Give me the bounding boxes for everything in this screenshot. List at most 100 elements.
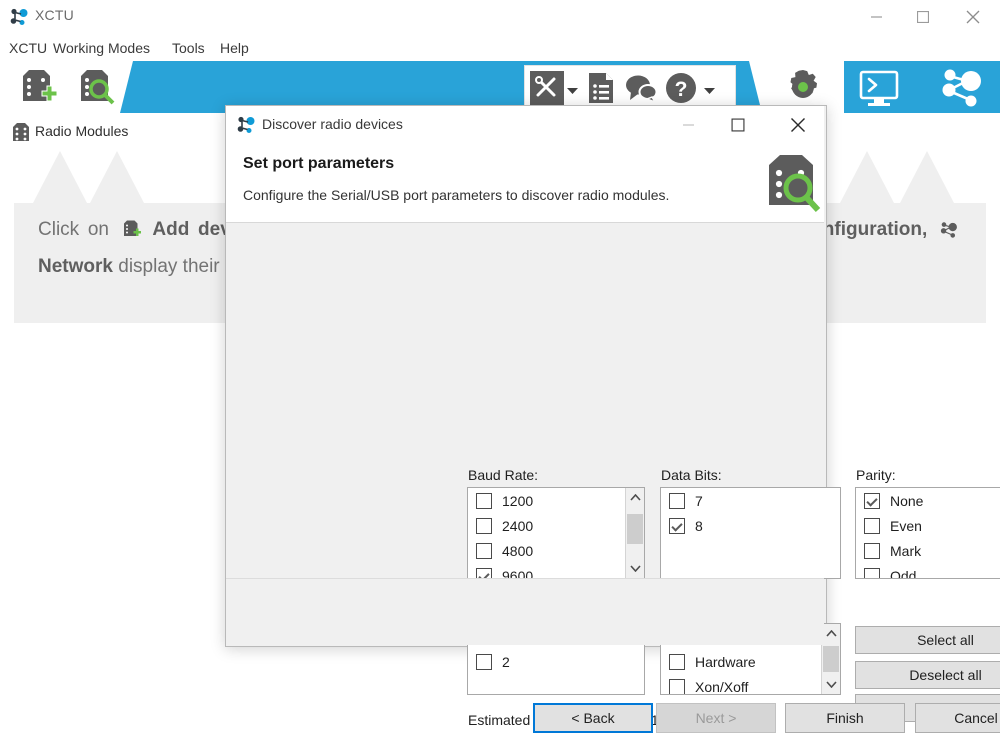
- back-button[interactable]: < Back: [533, 703, 653, 733]
- next-button[interactable]: Next >: [656, 703, 776, 733]
- list-item-label: Mark: [890, 542, 922, 559]
- network-perspective-icon[interactable]: [938, 68, 986, 113]
- menu-item-help[interactable]: Help: [216, 38, 253, 58]
- list-item-label: 2: [502, 653, 510, 670]
- chevron-down-icon[interactable]: [626, 560, 644, 577]
- menu-bar: XCTU Working Modes Tools Help: [0, 34, 1000, 61]
- baud-rate-checkbox-1200[interactable]: [476, 492, 492, 509]
- list-item-label: Even: [890, 517, 922, 534]
- chat-icon[interactable]: [625, 74, 658, 107]
- help-dropdown-icon[interactable]: [704, 82, 715, 100]
- toolbar-center-group: ?: [524, 65, 736, 109]
- data-bits-label: Data Bits:: [661, 467, 722, 483]
- radio-module-icon: [11, 122, 30, 142]
- list-item[interactable]: 7: [661, 488, 840, 513]
- list-item[interactable]: 9600: [468, 563, 644, 578]
- scrollbar-thumb[interactable]: [627, 514, 643, 544]
- xctu-molecule-icon: [236, 115, 256, 135]
- list-item[interactable]: 2400: [468, 513, 644, 538]
- list-item-label: 8: [695, 517, 703, 534]
- dialog-header: Set port parameters Configure the Serial…: [226, 144, 824, 223]
- list-item[interactable]: Mark: [856, 538, 1000, 563]
- radio-modules-label: Radio Modules: [35, 123, 129, 139]
- cancel-button[interactable]: Cancel: [915, 703, 1000, 733]
- list-item-label: 7: [695, 492, 703, 509]
- dialog-footer: [226, 578, 824, 645]
- parity-checkbox-odd[interactable]: [864, 567, 880, 578]
- welcome-right-line3: display their: [118, 256, 220, 277]
- dialog-minimize-button[interactable]: [666, 106, 712, 144]
- panel-tooth: [900, 151, 954, 203]
- menu-item-working-modes[interactable]: Working Modes: [49, 38, 154, 58]
- welcome-click-on: Click on: [38, 219, 109, 240]
- chevron-down-icon[interactable]: [822, 676, 840, 693]
- dialog-heading: Set port parameters: [243, 155, 395, 172]
- list-item[interactable]: Hardware: [661, 649, 840, 674]
- parity-label: Parity:: [856, 467, 896, 483]
- parity-checkbox-mark[interactable]: [864, 542, 880, 559]
- finish-button[interactable]: Finish: [785, 703, 905, 733]
- list-item[interactable]: None: [856, 488, 1000, 513]
- dialog-close-button[interactable]: [775, 106, 821, 144]
- welcome-network-label: Network: [38, 256, 113, 277]
- list-item-label: Xon/Xoff: [695, 678, 749, 695]
- list-item[interactable]: 2: [468, 649, 644, 674]
- menu-item-xctu[interactable]: XCTU: [5, 38, 51, 58]
- baud-rate-checkbox-4800[interactable]: [476, 542, 492, 559]
- chevron-up-icon[interactable]: [626, 489, 644, 506]
- help-icon[interactable]: ?: [665, 72, 697, 109]
- window-minimize-button[interactable]: [854, 0, 900, 34]
- dialog-maximize-button[interactable]: [715, 106, 761, 144]
- panel-tooth: [840, 151, 894, 203]
- xctu-main-window: XCTU XCTU Working Modes Tools Help ? Rad…: [0, 0, 1000, 733]
- tools-dropdown-icon[interactable]: [567, 82, 578, 100]
- discover-devices-icon[interactable]: [75, 68, 115, 111]
- dialog-body: Baud Rate: 1200 2400 4800 9600 Data Bits…: [226, 223, 1000, 728]
- list-item-label: Odd: [890, 567, 917, 579]
- baud-rate-label: Baud Rate:: [468, 467, 539, 483]
- window-close-button[interactable]: [950, 0, 996, 34]
- data-bits-listbox[interactable]: 7 8: [660, 487, 841, 579]
- parity-checkbox-even[interactable]: [864, 517, 880, 534]
- list-item[interactable]: 1200: [468, 488, 644, 513]
- parity-checkbox-none[interactable]: [864, 492, 880, 509]
- add-device-icon[interactable]: [17, 68, 58, 111]
- discover-devices-icon: [761, 153, 821, 215]
- list-item-label: 2400: [502, 517, 534, 534]
- flow-control-checkbox-xonxoff[interactable]: [669, 678, 685, 694]
- dialog-subheading: Configure the Serial/USB port parameters…: [243, 187, 670, 203]
- chevron-up-icon[interactable]: [822, 625, 840, 642]
- add-device-inline-icon: [121, 215, 141, 236]
- dialog-title: Discover radio devices: [262, 116, 403, 132]
- list-item-label: 1200: [502, 492, 534, 509]
- data-bits-checkbox-7[interactable]: [669, 492, 685, 509]
- menu-item-tools[interactable]: Tools: [168, 38, 209, 58]
- panel-tooth: [90, 151, 144, 203]
- baud-rate-scrollbar[interactable]: [625, 488, 644, 578]
- console-perspective-icon[interactable]: [858, 70, 902, 113]
- list-item[interactable]: 4800: [468, 538, 644, 563]
- select-all-button[interactable]: Select all: [855, 626, 1000, 654]
- dialog-title-bar: Discover radio devices: [226, 106, 824, 144]
- baud-rate-checkbox-2400[interactable]: [476, 517, 492, 534]
- scrollbar-thumb[interactable]: [823, 646, 839, 672]
- baud-rate-listbox[interactable]: 1200 2400 4800 9600: [467, 487, 645, 579]
- data-bits-checkbox-8[interactable]: [669, 517, 685, 534]
- window-maximize-button[interactable]: [900, 0, 946, 34]
- window-title-bar: XCTU: [0, 0, 1000, 34]
- flow-control-checkbox-hardware[interactable]: [669, 653, 685, 670]
- discover-radio-devices-dialog: Discover radio devices Set port paramete…: [225, 105, 1000, 733]
- list-item-label: None: [890, 492, 924, 509]
- svg-text:?: ?: [675, 78, 688, 101]
- xctu-molecule-icon: [9, 7, 29, 27]
- list-item[interactable]: Even: [856, 513, 1000, 538]
- list-item[interactable]: Odd: [856, 563, 1000, 579]
- list-item[interactable]: 8: [661, 513, 840, 538]
- parity-listbox[interactable]: None Even Mark Odd: [855, 487, 1000, 579]
- panel-tooth: [33, 151, 87, 203]
- app-title: XCTU: [35, 7, 74, 23]
- deselect-all-button[interactable]: Deselect all: [855, 661, 1000, 689]
- list-item-label: 4800: [502, 542, 534, 559]
- list-item[interactable]: Xon/Xoff: [661, 674, 840, 695]
- stop-bits-checkbox-2[interactable]: [476, 653, 492, 670]
